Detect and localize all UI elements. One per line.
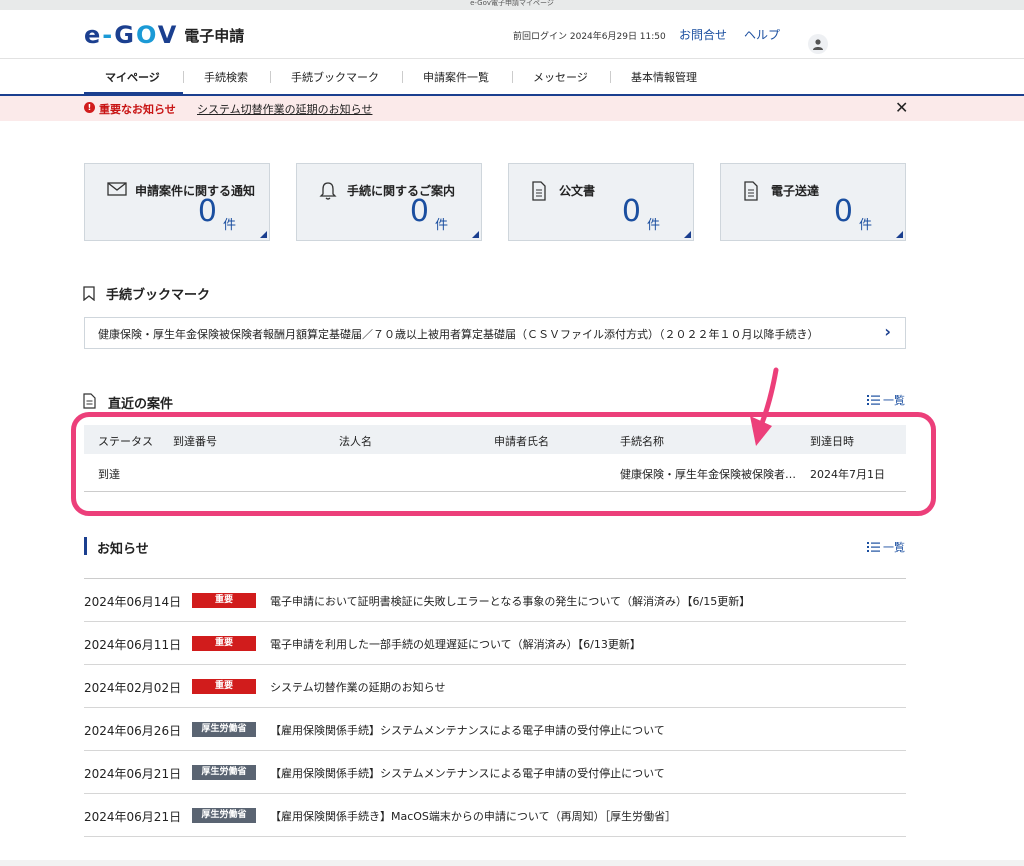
important-notice-link[interactable]: システム切替作業の延期のお知らせ xyxy=(197,101,372,117)
window-title: e-Gov電子申請マイページ xyxy=(0,0,1024,10)
news-date: 2024年06月21日 xyxy=(84,810,182,824)
news-title-link[interactable]: 【雇用保険関係手続き】MacOS端末からの申請について（再周知）［厚生労働省］ xyxy=(270,808,676,824)
news-title-link[interactable]: 電子申請を利用した一部手続の処理遅延について（解消済み）【6/13更新】 xyxy=(270,636,641,652)
news-date: 2024年06月14日 xyxy=(84,595,182,609)
card-label: 申請案件に関する通知 xyxy=(135,184,256,198)
mail-icon xyxy=(107,181,127,200)
card-unit: 件 xyxy=(858,218,872,233)
bookmark-item[interactable]: 健康保険・厚生年金保険被保険者報酬月額算定基礎届／７０歳以上被用者算定基礎届（Ｃ… xyxy=(84,317,906,349)
corner-triangle-icon xyxy=(684,231,691,238)
logo-text: 電子申請 xyxy=(184,26,245,45)
nav-active-indicator xyxy=(84,92,183,95)
importance-badge: 重要 xyxy=(192,636,256,651)
document-icon xyxy=(531,181,547,204)
news-date: 2024年02月02日 xyxy=(84,681,182,695)
nav-divider xyxy=(270,71,271,83)
news-section-title: お知らせ xyxy=(97,542,149,557)
bell-icon xyxy=(319,181,337,204)
bookmark-item-text: 健康保険・厚生年金保険被保険者報酬月額算定基礎届／７０歳以上被用者算定基礎届（Ｃ… xyxy=(98,328,819,341)
list-icon xyxy=(867,541,880,555)
news-date: 2024年06月26日 xyxy=(84,724,182,738)
bookmark-icon xyxy=(83,286,95,304)
logo-mark: e-GOV xyxy=(84,21,179,49)
nav-basic-info[interactable]: 基本情報管理 xyxy=(631,69,697,85)
chevron-right-icon: › xyxy=(884,322,891,341)
nav-procedure-search[interactable]: 手続検索 xyxy=(204,69,248,85)
ministry-badge: 厚生労働省 xyxy=(192,765,256,780)
news-title-link[interactable]: 【雇用保険関係手続】システムメンテナンスによる電子申請の受付停止について xyxy=(270,722,665,738)
nav-messages[interactable]: メッセージ xyxy=(533,69,588,85)
corner-triangle-icon xyxy=(260,231,267,238)
news-item[interactable]: 2024年06月11日 重要 電子申請を利用した一部手続の処理遅延について（解消… xyxy=(84,622,906,665)
news-section-marker xyxy=(84,537,87,555)
nav-mypage[interactable]: マイページ xyxy=(105,69,160,85)
news-title-link[interactable]: システム切替作業の延期のお知らせ xyxy=(270,679,445,695)
site-header: e-GOV 電子申請 前回ログイン 2024年6月29日 11:50 お問合せ … xyxy=(0,10,1024,58)
card-count: 0 xyxy=(409,194,429,229)
nav-application-list[interactable]: 申請案件一覧 xyxy=(423,69,489,85)
close-icon[interactable]: ✕ xyxy=(895,98,908,117)
nav-divider xyxy=(183,71,184,83)
important-notice-bar: ! 重要なお知らせ システム切替作業の延期のお知らせ ✕ xyxy=(0,96,1024,121)
card-label: 公文書 xyxy=(559,184,596,198)
card-count: 0 xyxy=(197,194,217,229)
list-link-label: 一覧 xyxy=(883,541,905,554)
user-icon[interactable] xyxy=(808,34,828,54)
card-unit: 件 xyxy=(222,218,236,233)
corner-triangle-icon xyxy=(472,231,479,238)
annotation-arrow-icon xyxy=(750,367,779,446)
help-link[interactable]: ヘルプ xyxy=(744,26,780,43)
list-icon xyxy=(867,394,880,408)
document-icon xyxy=(743,181,759,204)
card-unit: 件 xyxy=(646,218,660,233)
footer-divider xyxy=(0,860,1024,866)
recent-cases-list-link[interactable]: 一覧 xyxy=(867,392,905,408)
news-list-link[interactable]: 一覧 xyxy=(867,539,905,555)
contact-link[interactable]: お問合せ xyxy=(679,26,727,43)
exclamation-icon: ! xyxy=(84,102,95,113)
importance-badge: 重要 xyxy=(192,679,256,694)
notification-card-official-documents[interactable]: 公文書 0 件 xyxy=(508,163,694,241)
nav-divider xyxy=(402,71,403,83)
nav-divider xyxy=(512,71,513,83)
news-title-link[interactable]: 電子申請において証明書検証に失敗しエラーとなる事象の発生について（解消済み）【6… xyxy=(270,593,750,609)
ministry-badge: 厚生労働省 xyxy=(192,722,256,737)
recent-cases-title: 直近の案件 xyxy=(108,397,174,412)
ministry-badge: 厚生労働省 xyxy=(192,808,256,823)
news-list: 2024年06月14日 重要 電子申請において証明書検証に失敗しエラーとなる事象… xyxy=(84,578,906,837)
nav-divider xyxy=(610,71,611,83)
main-nav: マイページ 手続検索 手続ブックマーク 申請案件一覧 メッセージ 基本情報管理 xyxy=(0,58,1024,96)
important-notice-label: 重要なお知らせ xyxy=(99,103,176,116)
card-count: 0 xyxy=(833,194,853,229)
news-item[interactable]: 2024年06月21日 厚生労働省 【雇用保険関係手続き】MacOS端末からの申… xyxy=(84,794,906,837)
notification-card-applications[interactable]: 申請案件に関する通知 0 件 xyxy=(84,163,270,241)
corner-triangle-icon xyxy=(896,231,903,238)
card-unit: 件 xyxy=(434,218,448,233)
notification-card-electronic-delivery[interactable]: 電子送達 0 件 xyxy=(720,163,906,241)
importance-badge: 重要 xyxy=(192,593,256,608)
last-login-text: 前回ログイン 2024年6月29日 11:50 xyxy=(513,32,666,42)
nav-procedure-bookmark[interactable]: 手続ブックマーク xyxy=(291,69,379,85)
list-link-label: 一覧 xyxy=(883,394,905,407)
card-label: 電子送達 xyxy=(771,184,820,198)
notification-card-procedures[interactable]: 手続に関するご案内 0 件 xyxy=(296,163,482,241)
egov-logo[interactable]: e-GOV 電子申請 xyxy=(84,21,245,49)
news-title-link[interactable]: 【雇用保険関係手続】システムメンテナンスによる電子申請の受付停止について xyxy=(270,765,665,781)
news-date: 2024年06月21日 xyxy=(84,767,182,781)
bookmark-section-title: 手続ブックマーク xyxy=(106,288,211,303)
highlight-box xyxy=(71,412,936,516)
card-label: 手続に関するご案内 xyxy=(347,184,456,198)
news-date: 2024年06月11日 xyxy=(84,638,182,652)
document-icon xyxy=(83,393,96,412)
news-item[interactable]: 2024年06月14日 重要 電子申請において証明書検証に失敗しエラーとなる事象… xyxy=(84,579,906,622)
news-item[interactable]: 2024年02月02日 重要 システム切替作業の延期のお知らせ xyxy=(84,665,906,708)
card-count: 0 xyxy=(621,194,641,229)
news-item[interactable]: 2024年06月21日 厚生労働省 【雇用保険関係手続】システムメンテナンスによ… xyxy=(84,751,906,794)
news-item[interactable]: 2024年06月26日 厚生労働省 【雇用保険関係手続】システムメンテナンスによ… xyxy=(84,708,906,751)
